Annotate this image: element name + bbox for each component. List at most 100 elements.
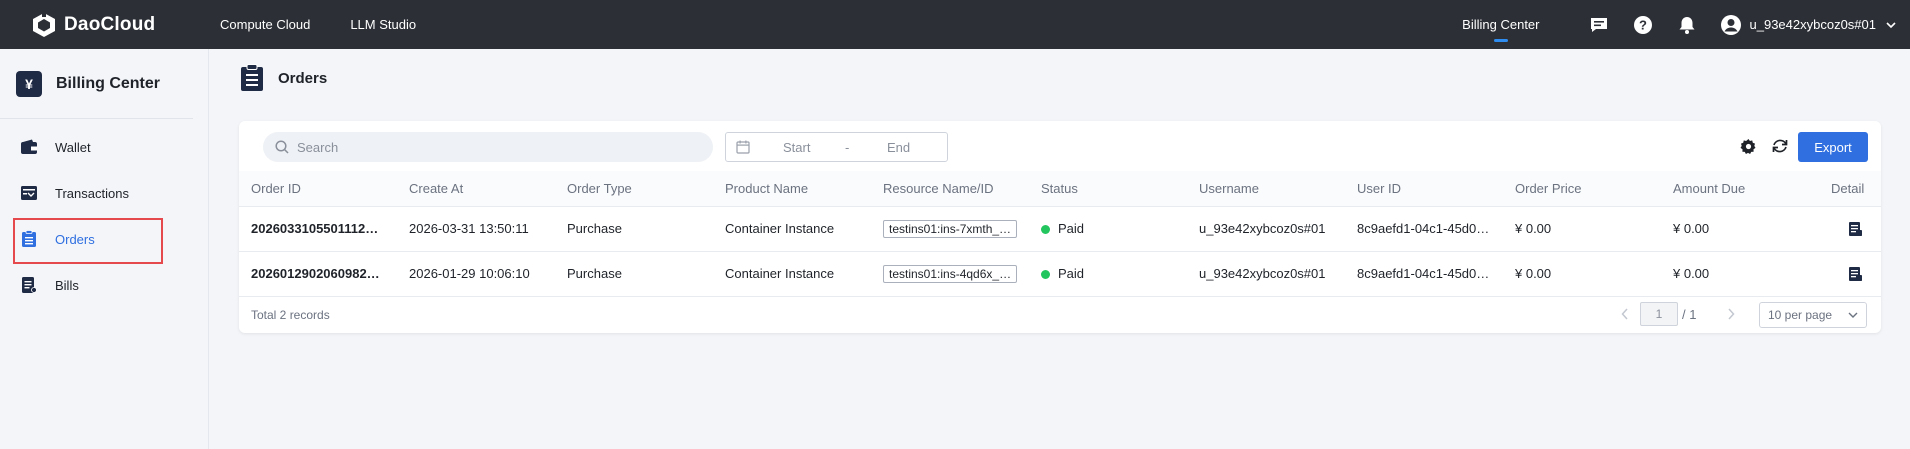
top-nav: Compute Cloud LLM Studio [220, 17, 456, 32]
cell-order-price: ¥ 0.00 [1503, 206, 1661, 252]
prev-page-icon[interactable] [1616, 305, 1634, 323]
total-records: Total 2 records [251, 308, 330, 322]
brand-name: DaoCloud [64, 13, 156, 35]
cell-status: Paid [1029, 251, 1187, 297]
date-separator: - [845, 139, 850, 155]
per-page-value: 10 per page [1768, 308, 1833, 322]
cell-amount-due: ¥ 0.00 [1661, 206, 1819, 252]
resource-tag[interactable]: testins01:ins-7xmth_… [883, 219, 1018, 238]
table-footer: Total 2 records 1 / 1 10 per page [239, 296, 1881, 333]
col-status[interactable]: Status [1029, 171, 1187, 207]
status-text: Paid [1058, 221, 1085, 236]
date-range-picker[interactable]: Start - End [725, 132, 948, 162]
cell-product-name: Container Instance [713, 206, 871, 252]
cell-order-price: ¥ 0.00 [1503, 251, 1661, 297]
cell-amount-due: ¥ 0.00 [1661, 251, 1819, 297]
sidebar-item-bills[interactable]: Bills [0, 262, 208, 308]
help-icon[interactable]: ? [1632, 14, 1654, 36]
sidebar-item-label: Transactions [55, 185, 129, 201]
search-box[interactable] [263, 132, 713, 162]
col-create-at[interactable]: Create At [397, 171, 555, 207]
cell-order-id: 2026033105501112… [239, 206, 397, 252]
cell-user-id: 8c9aefd1-04c1-45d0… [1345, 251, 1503, 297]
toolbar: Start - End Export [239, 121, 1881, 171]
table-row[interactable]: 2026012902060982… 2026-01-29 10:06:10 Pu… [239, 251, 1881, 297]
sidebar-item-label: Bills [55, 277, 79, 293]
svg-text:?: ? [1639, 17, 1647, 32]
cell-detail [1819, 251, 1881, 297]
page-number-input[interactable]: 1 [1640, 302, 1678, 326]
notification-bell-icon[interactable] [1676, 14, 1698, 36]
search-input[interactable] [297, 139, 697, 155]
orders-clipboard-icon [241, 64, 263, 91]
bills-icon [20, 276, 38, 294]
detail-document-icon[interactable] [1847, 221, 1863, 237]
nav-billing-center[interactable]: Billing Center [1462, 0, 1539, 49]
cell-order-type: Purchase [555, 251, 713, 297]
cell-resource: testins01:ins-7xmth_… [871, 206, 1029, 252]
sidebar-title-text: Billing Center [56, 74, 161, 92]
cell-username: u_93e42xybcoz0s#01 [1187, 206, 1345, 252]
next-page-icon[interactable] [1722, 305, 1740, 323]
orders-table: Order ID Create At Order Type Product Na… [239, 171, 1881, 297]
user-menu[interactable]: u_93e42xybcoz0s#01 [1720, 14, 1897, 36]
cell-order-type: Purchase [555, 206, 713, 252]
col-order-id[interactable]: Order ID [239, 171, 397, 207]
cell-username: u_93e42xybcoz0s#01 [1187, 251, 1345, 297]
sidebar: ¥ Billing Center Wallet Transactions Ord… [0, 49, 209, 449]
top-bar: DaoCloud Compute Cloud LLM Studio Billin… [0, 0, 1910, 49]
col-detail: Detail [1819, 171, 1881, 207]
cell-user-id: 8c9aefd1-04c1-45d0… [1345, 206, 1503, 252]
col-order-type[interactable]: Order Type [555, 171, 713, 207]
sidebar-title: ¥ Billing Center [0, 49, 193, 119]
detail-document-icon[interactable] [1847, 266, 1863, 282]
col-amount-due[interactable]: Amount Due [1661, 171, 1819, 207]
status-text: Paid [1058, 266, 1085, 281]
orders-card: Start - End Export Order ID Create At Or… [239, 121, 1881, 333]
refresh-icon[interactable] [1770, 136, 1790, 156]
cell-detail [1819, 206, 1881, 252]
cell-order-id: 2026012902060982… [239, 251, 397, 297]
transactions-icon [20, 184, 38, 202]
message-icon[interactable] [1588, 14, 1610, 36]
page-total: / 1 [1682, 306, 1697, 322]
sidebar-item-label: Orders [55, 231, 95, 247]
cell-resource: testins01:ins-4qd6x_… [871, 251, 1029, 297]
wallet-icon [20, 138, 38, 156]
billing-center-icon: ¥ [16, 70, 42, 97]
cell-create-at: 2026-03-31 13:50:11 [397, 206, 555, 252]
sidebar-item-transactions[interactable]: Transactions [0, 170, 208, 216]
brand[interactable]: DaoCloud [30, 10, 220, 39]
sidebar-item-wallet[interactable]: Wallet [0, 124, 208, 170]
col-username[interactable]: Username [1187, 171, 1345, 207]
table-header-row: Order ID Create At Order Type Product Na… [239, 171, 1881, 207]
resource-tag[interactable]: testins01:ins-4qd6x_… [883, 264, 1018, 283]
date-start[interactable]: Start [783, 140, 810, 155]
sidebar-item-orders[interactable]: Orders [0, 216, 208, 264]
cell-status: Paid [1029, 206, 1187, 252]
search-icon [275, 140, 289, 154]
settings-gear-icon[interactable] [1738, 136, 1758, 156]
col-order-price[interactable]: Order Price [1503, 171, 1661, 207]
chevron-down-icon [1886, 21, 1896, 28]
per-page-select[interactable]: 10 per page [1759, 302, 1867, 328]
nav-llm-studio[interactable]: LLM Studio [350, 17, 416, 32]
table-row[interactable]: 2026033105501112… 2026-03-31 13:50:11 Pu… [239, 206, 1881, 252]
date-end[interactable]: End [887, 140, 910, 155]
cell-create-at: 2026-01-29 10:06:10 [397, 251, 555, 297]
top-bar-right: Billing Center ? u_93e42xybcoz0s#01 [1462, 0, 1910, 49]
col-product-name[interactable]: Product Name [713, 171, 871, 207]
chevron-down-icon [1848, 312, 1858, 318]
nav-compute-cloud[interactable]: Compute Cloud [220, 17, 310, 32]
user-avatar-icon [1720, 14, 1741, 35]
page-header: Orders [240, 64, 327, 92]
col-user-id[interactable]: User ID [1345, 171, 1503, 207]
page-title: Orders [278, 69, 328, 87]
daocloud-logo-icon [33, 10, 55, 37]
calendar-icon [736, 140, 750, 154]
cell-product-name: Container Instance [713, 251, 871, 297]
col-resource-name[interactable]: Resource Name/ID [871, 171, 1029, 207]
export-button[interactable]: Export [1798, 132, 1868, 162]
status-dot [1041, 225, 1050, 235]
pagination: 1 / 1 [1616, 302, 1740, 326]
